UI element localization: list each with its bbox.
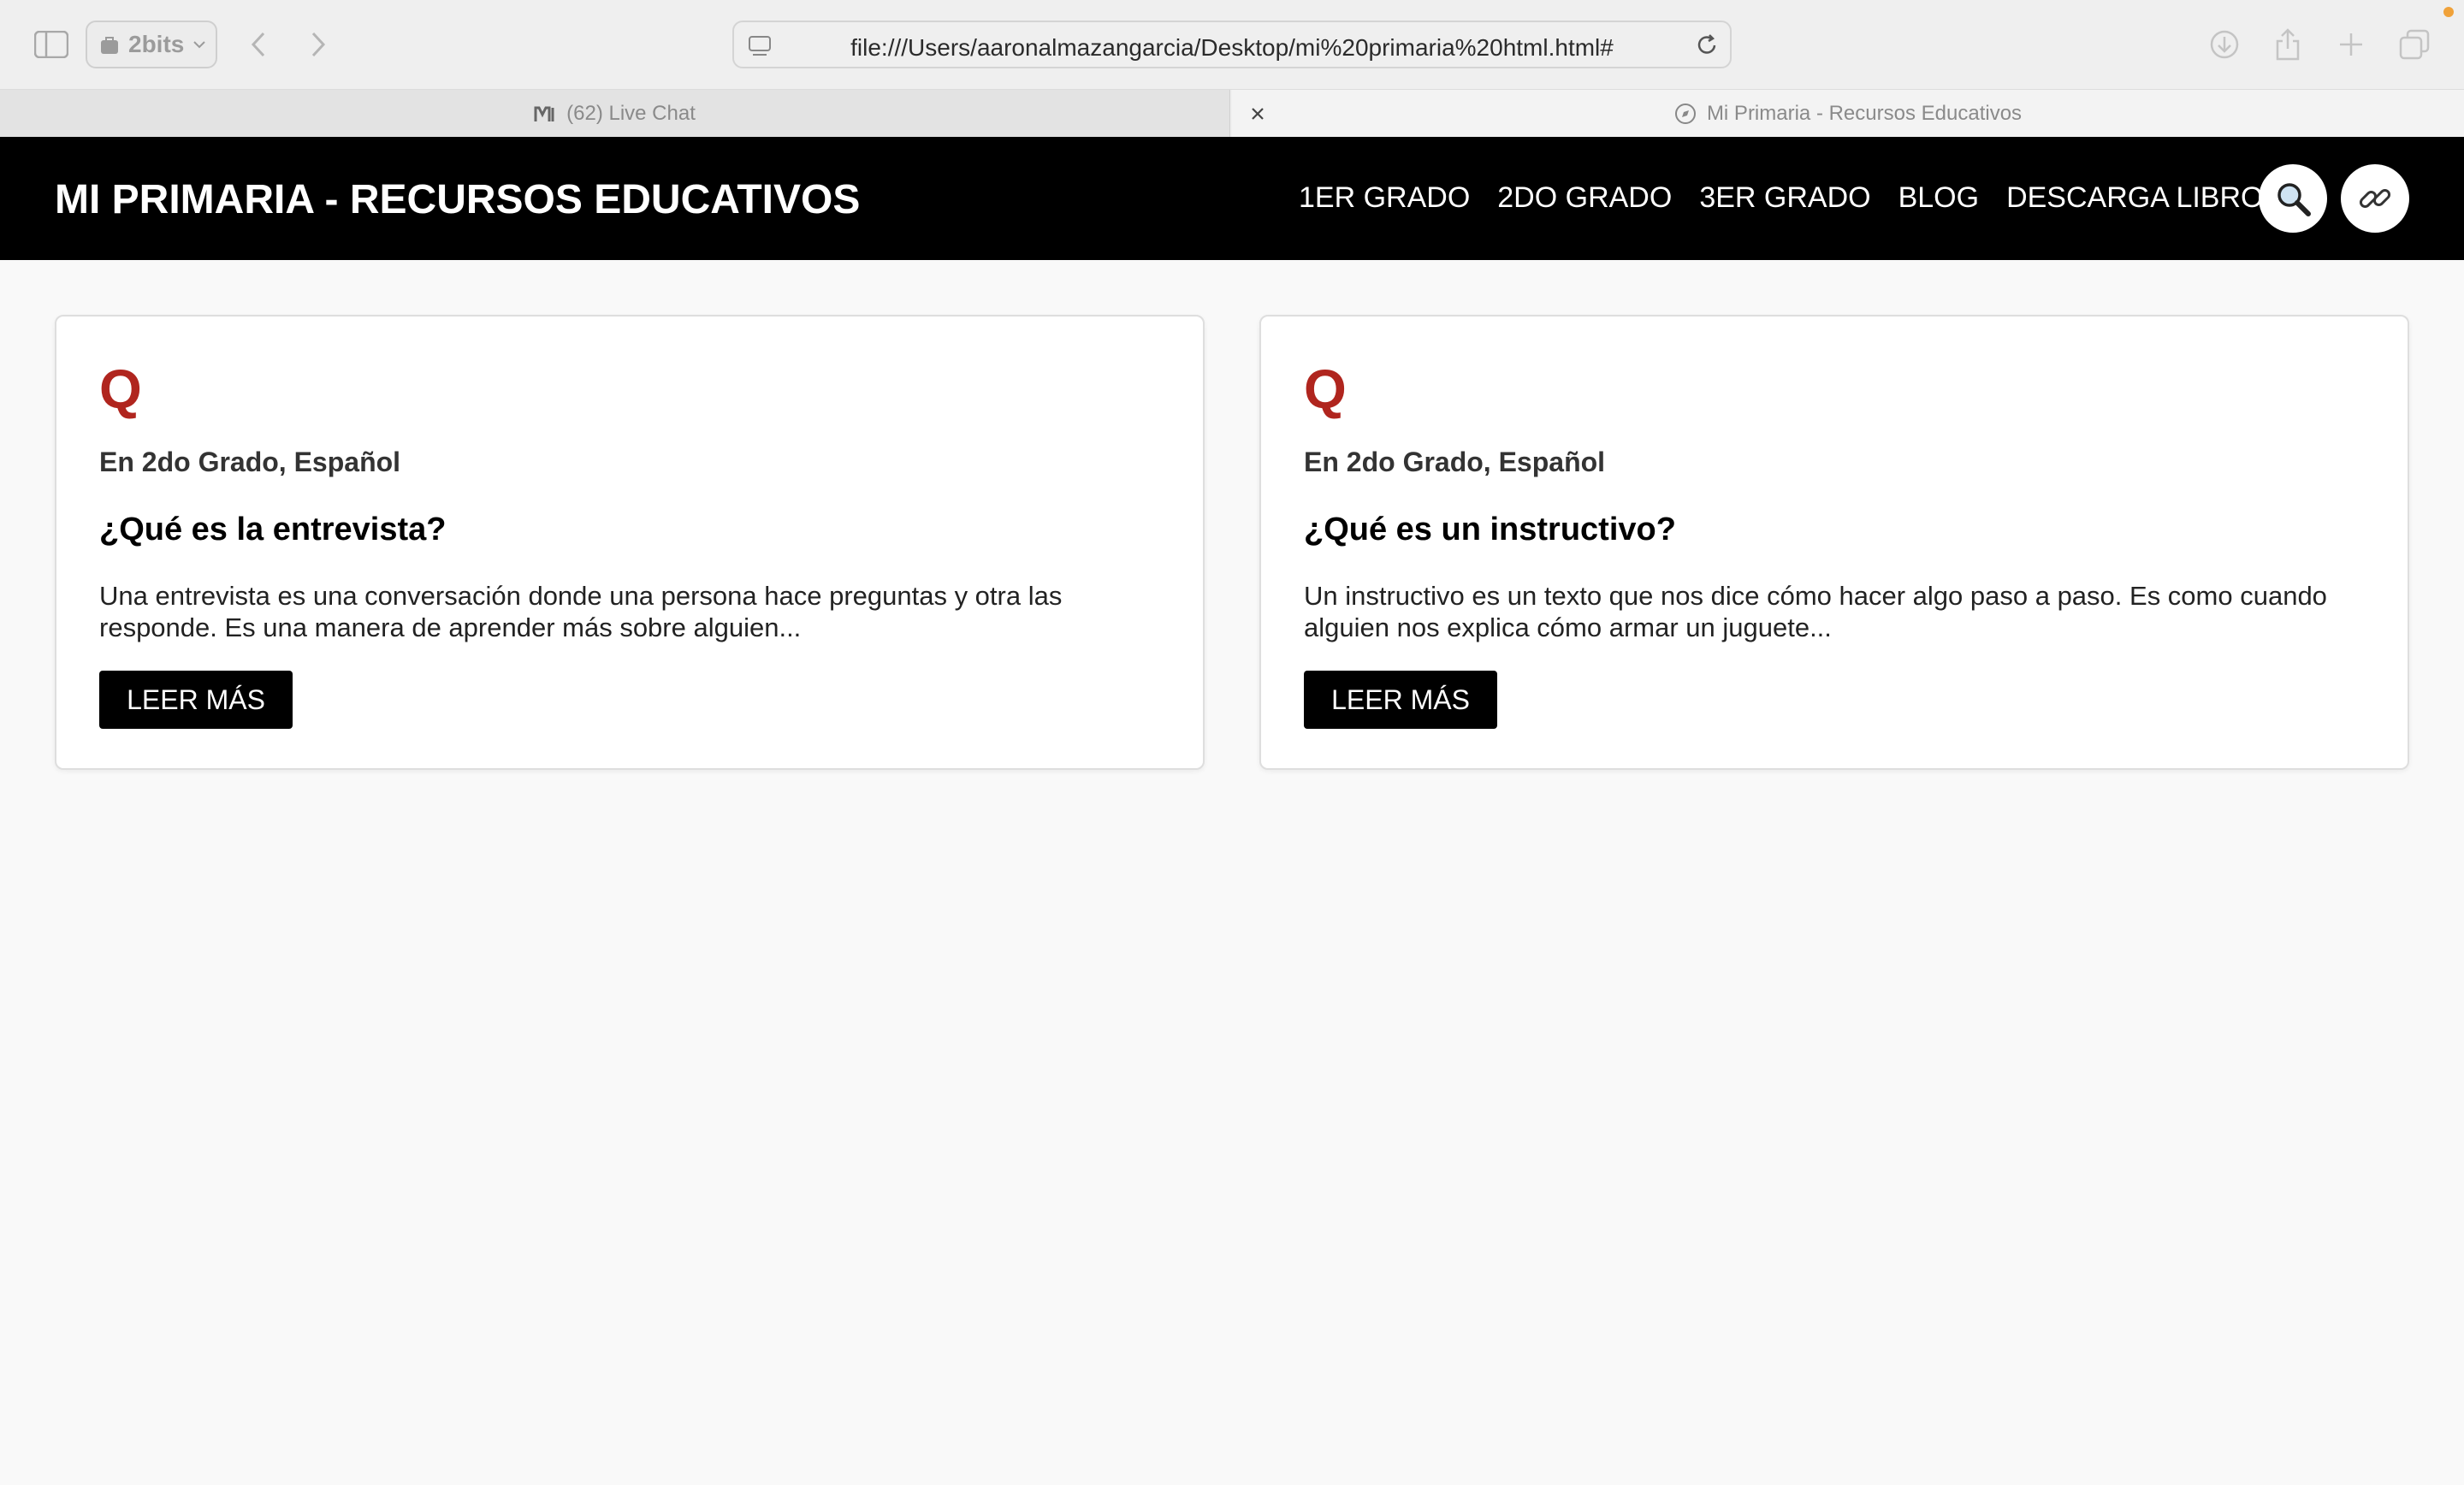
download-icon [2210,30,2239,59]
search-button[interactable] [2259,164,2327,233]
profile-switcher-button[interactable]: 2bits [86,21,217,68]
card-title: ¿Qué es un instructivo? [1304,512,1676,547]
url-text: file:///Users/aaronalmazangarcia/Desktop… [850,34,1614,61]
tab-bar: (62) Live Chat Mi Primaria - Recursos Ed… [0,89,2464,138]
back-button[interactable] [241,26,275,63]
card-category: En 2do Grado, Español [99,447,401,477]
main-nav: 1ER GRADO 2DO GRADO 3ER GRADO BLOG DESCA… [1299,181,2283,215]
tab-label: Mi Primaria - Recursos Educativos [1706,102,2023,125]
plus-icon [2340,33,2362,56]
card-excerpt: Un instructivo es un texto que nos dice … [1304,581,2327,642]
new-tab-button[interactable] [2332,26,2370,63]
nav-3er-grado[interactable]: 3ER GRADO [1699,181,1870,215]
read-more-button[interactable]: LEER MÁS [1304,671,1497,729]
card-title: ¿Qué es la entrevista? [99,512,447,547]
m-logo-icon [534,106,554,121]
downloads-button[interactable] [2206,26,2243,63]
close-icon[interactable] [1246,102,1270,126]
link-icon [2359,188,2391,209]
card-letter: Q [1304,358,1347,420]
tab-mi-primaria[interactable]: Mi Primaria - Recursos Educativos [1232,90,2464,138]
share-button[interactable] [2269,26,2307,63]
article-card: Q En 2do Grado, Español ¿Qué es un instr… [1259,315,2409,770]
nav-1er-grado[interactable]: 1ER GRADO [1299,181,1470,215]
card-excerpt: Una entrevista es una conversación donde… [99,581,1063,642]
sidebar-icon [34,31,68,58]
tab-live-chat[interactable]: (62) Live Chat [0,90,1230,138]
tabs-overview-icon [2399,29,2430,60]
card-category: En 2do Grado, Español [1304,447,1606,477]
site-header: MI PRIMARIA - RECURSOS EDUCATIVOS 1ER GR… [0,137,2464,260]
nav-2do-grado[interactable]: 2DO GRADO [1497,181,1672,215]
sidebar-toggle-button[interactable] [33,26,70,63]
chevron-right-icon [311,32,326,57]
nav-descarga-libros[interactable]: DESCARGA LIBROS [2006,181,2283,215]
share-icon [2276,28,2300,61]
chevron-left-icon [251,32,265,57]
bag-icon [101,37,118,54]
nav-blog[interactable]: BLOG [1898,181,1979,215]
browser-toolbar: 2bits file:///Users/aaronalmazangarcia/D… [0,0,2464,89]
reload-icon[interactable] [1694,33,1720,58]
tab-label: (62) Live Chat [566,102,696,125]
notification-dot [2443,7,2454,17]
profile-label: 2bits [128,31,185,57]
site-title[interactable]: MI PRIMARIA - RECURSOS EDUCATIVOS [55,176,860,223]
forward-button[interactable] [301,26,335,63]
address-bar[interactable]: file:///Users/aaronalmazangarcia/Desktop… [732,21,1732,68]
read-more-button[interactable]: LEER MÁS [99,671,293,729]
search-icon [2277,183,2311,216]
chevron-down-icon [193,41,206,49]
tab-overview-button[interactable] [2396,26,2433,63]
compass-icon [1674,104,1696,124]
link-button[interactable] [2341,164,2409,233]
card-letter: Q [99,358,142,420]
article-card: Q En 2do Grado, Español ¿Qué es la entre… [55,315,1205,770]
